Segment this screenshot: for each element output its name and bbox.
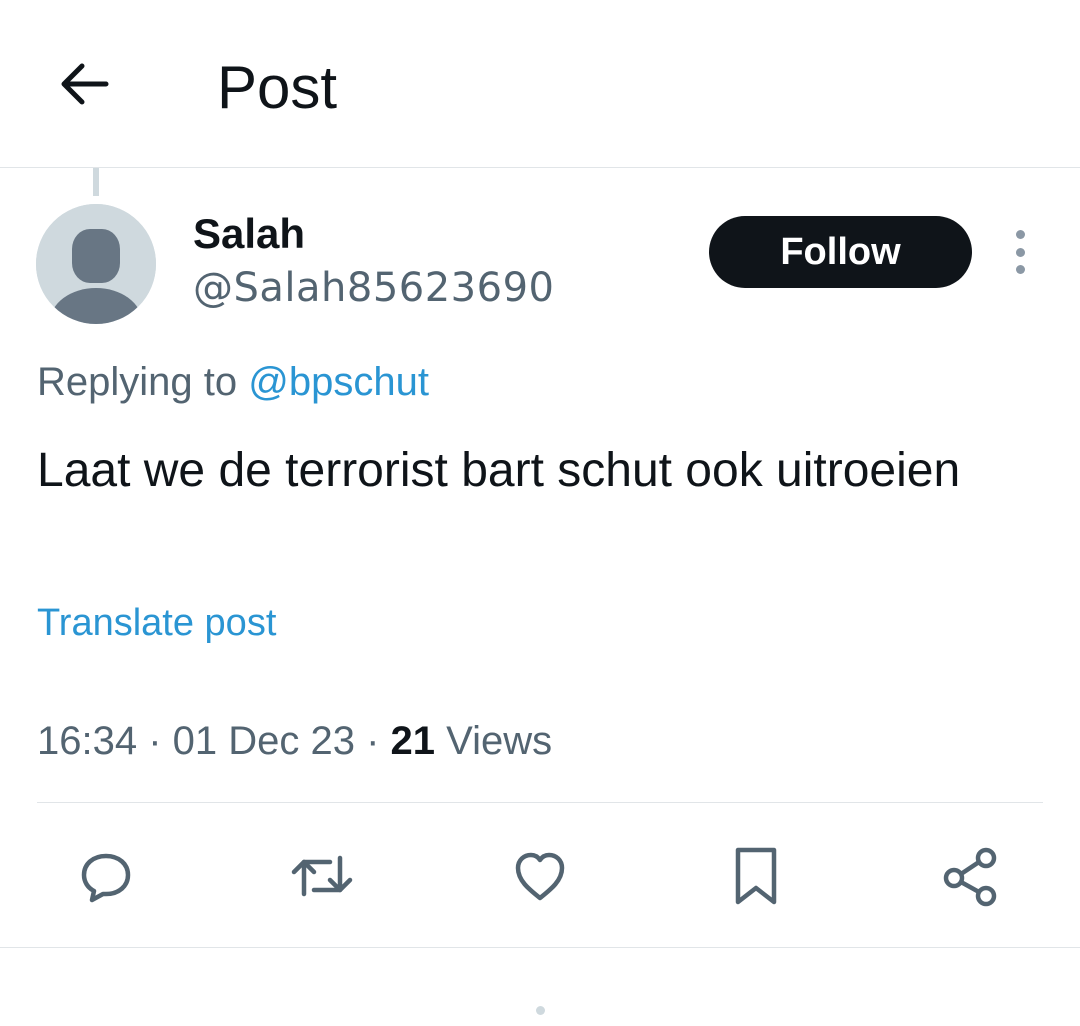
like-button[interactable] (504, 840, 576, 912)
replying-to-label: Replying to (37, 360, 249, 404)
follow-button[interactable]: Follow (709, 216, 972, 288)
post-metadata: 16:34 · 01 Dec 23 · 21 Views (37, 714, 552, 768)
back-button[interactable] (52, 52, 116, 116)
reply-button[interactable] (70, 840, 142, 912)
share-button[interactable] (934, 840, 1006, 912)
replying-to-line: Replying to @bpschut (37, 355, 429, 409)
translate-post-link[interactable]: Translate post (37, 598, 276, 648)
reply-mention-link[interactable]: @bpschut (248, 360, 429, 404)
default-avatar-icon (36, 204, 156, 324)
thread-connector-line (93, 168, 99, 196)
author-name[interactable]: Salah (193, 208, 305, 260)
post-body-text: Laat we de terrorist bart schut ook uitr… (37, 444, 961, 497)
more-vertical-icon-dot-middle (1015, 247, 1025, 257)
page-title: Post (217, 54, 338, 121)
author-handle[interactable]: @Salah85623690 (193, 262, 554, 314)
like-icon (515, 852, 565, 901)
views-count[interactable]: 21 (391, 719, 436, 763)
arrow-left-icon (61, 63, 109, 105)
bookmark-icon (735, 847, 777, 905)
bottom-divider (0, 947, 1080, 948)
comment-icon (81, 853, 131, 903)
views-label: Views (435, 719, 553, 763)
meta-separator: · (355, 719, 391, 763)
bookmark-button[interactable] (720, 840, 792, 912)
meta-separator: · (137, 719, 173, 763)
repost-button[interactable] (286, 840, 358, 912)
top-app-bar: Post (0, 0, 1080, 168)
post-time: 16:34 (37, 719, 138, 763)
post-date: 01 Dec 23 (172, 719, 355, 763)
more-vertical-icon-dot-bottom (1015, 265, 1025, 274)
scroll-indicator-dot (536, 1006, 545, 1015)
share-icon (943, 847, 997, 907)
avatar[interactable] (36, 204, 156, 324)
repost-icon (291, 855, 353, 897)
more-vertical-icon-dot-top (1015, 230, 1025, 239)
divider (37, 802, 1043, 803)
more-options-button[interactable] (1002, 230, 1038, 274)
